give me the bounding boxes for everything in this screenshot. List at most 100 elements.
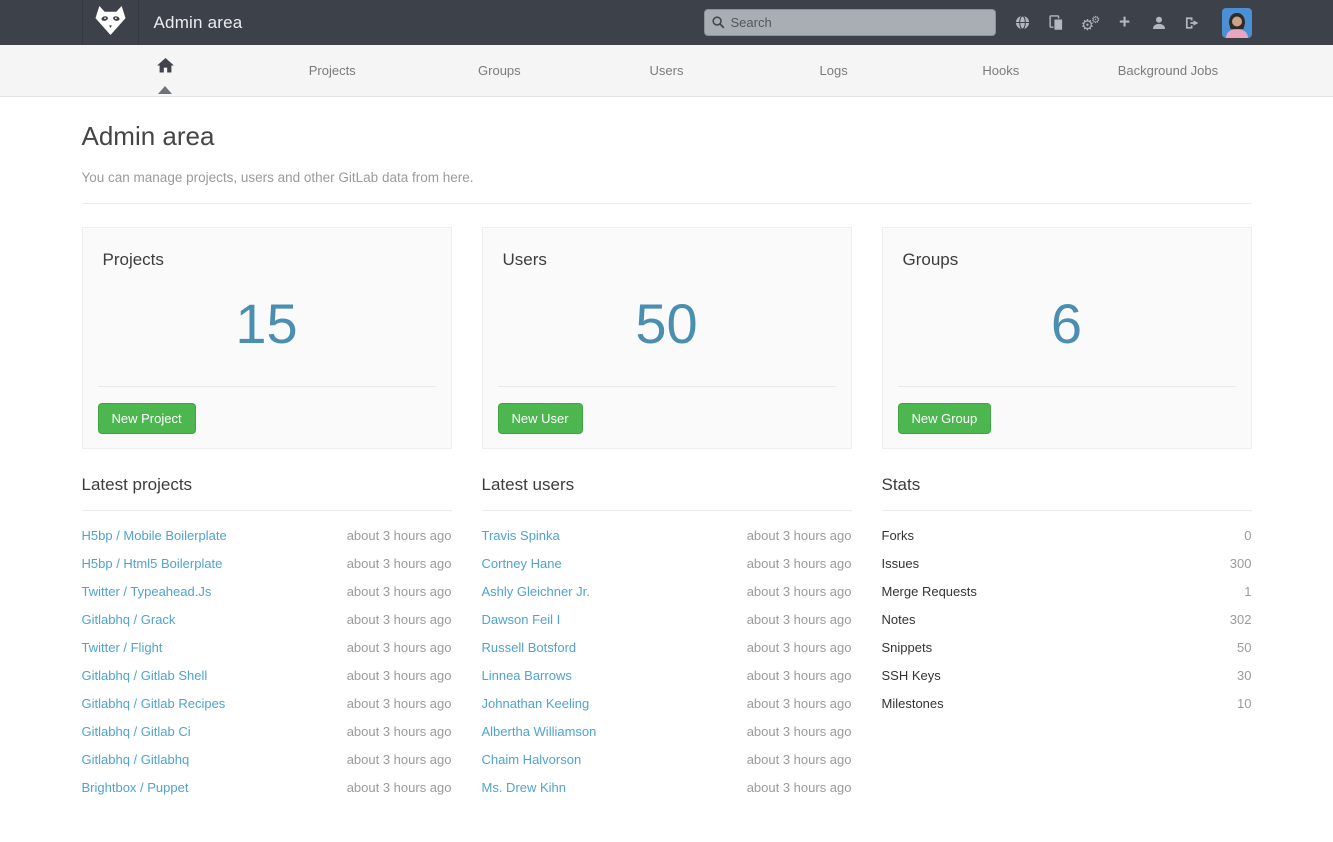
stat-value: 302	[1230, 612, 1252, 627]
user-time: about 3 hours ago	[747, 668, 852, 683]
user-link[interactable]: Travis Spinka	[482, 528, 560, 543]
projects-count: 15	[98, 270, 436, 386]
project-link[interactable]: Twitter / Flight	[82, 640, 163, 655]
page-title: Admin area	[82, 121, 1252, 152]
project-row: Brightbox / Puppetabout 3 hours ago	[82, 774, 452, 802]
user-profile-icon[interactable]	[1142, 0, 1176, 45]
project-time: about 3 hours ago	[347, 640, 452, 655]
project-link[interactable]: Gitlabhq / Gitlab Recipes	[82, 696, 226, 711]
tab-groups[interactable]: Groups	[416, 45, 583, 96]
user-time: about 3 hours ago	[747, 528, 852, 543]
tab-background-jobs[interactable]: Background Jobs	[1084, 45, 1251, 96]
search-input[interactable]	[704, 9, 996, 36]
top-navbar: Admin area ⚙⚙	[0, 0, 1333, 45]
gitlab-logo[interactable]	[82, 0, 139, 45]
tab-logs[interactable]: Logs	[750, 45, 917, 96]
stat-label: Snippets	[882, 640, 933, 655]
stat-value: 50	[1237, 640, 1251, 655]
project-row: Gitlabhq / Gitlabhq about 3 hours ago	[82, 746, 452, 774]
sign-out-icon[interactable]	[1176, 0, 1210, 45]
section-divider	[482, 510, 852, 511]
tab-label: Groups	[478, 63, 521, 78]
users-card: Users 50 New User	[482, 227, 852, 449]
latest-users-title: Latest users	[482, 475, 852, 495]
user-time: about 3 hours ago	[747, 640, 852, 655]
copy-files-icon[interactable]	[1040, 0, 1074, 45]
tab-hooks[interactable]: Hooks	[917, 45, 1084, 96]
user-link[interactable]: Chaim Halvorson	[482, 752, 582, 767]
project-time: about 3 hours ago	[347, 724, 452, 739]
stat-label: Issues	[882, 556, 920, 571]
stat-label: SSH Keys	[882, 668, 941, 683]
globe-icon[interactable]	[1006, 0, 1040, 45]
user-time: about 3 hours ago	[747, 780, 852, 795]
project-row: Twitter / Typeahead.Js about 3 hours ago	[82, 578, 452, 606]
user-time: about 3 hours ago	[747, 724, 852, 739]
tab-users[interactable]: Users	[583, 45, 750, 96]
stat-label: Milestones	[882, 696, 944, 711]
project-link[interactable]: Brightbox / Puppet	[82, 780, 189, 795]
users-count: 50	[498, 270, 836, 386]
section-divider	[82, 510, 452, 511]
project-link[interactable]: Gitlabhq / Gitlab Ci	[82, 724, 191, 739]
stats-section: Stats Forks0 Issues300 Merge Requests1 N…	[882, 475, 1252, 802]
project-link[interactable]: Gitlabhq / Gitlab Shell	[82, 668, 208, 683]
user-link[interactable]: Dawson Feil I	[482, 612, 561, 627]
project-link[interactable]: Twitter / Typeahead.Js	[82, 584, 212, 599]
project-link[interactable]: Gitlabhq / Gitlabhq	[82, 752, 190, 767]
project-time: about 3 hours ago	[347, 696, 452, 711]
user-link[interactable]: Linnea Barrows	[482, 668, 572, 683]
user-row: Dawson Feil I about 3 hours ago	[482, 606, 852, 634]
groups-card-title: Groups	[903, 250, 1236, 270]
stat-row: Issues300	[882, 550, 1252, 578]
user-link[interactable]: Albertha Williamson	[482, 724, 597, 739]
project-row: Gitlabhq / Gitlab Recipes about 3 hours a…	[82, 690, 452, 718]
projects-card-title: Projects	[103, 250, 436, 270]
project-row: H5bp / Html5 Boilerplateabout 3 hours ag…	[82, 550, 452, 578]
stat-row: Forks 0	[882, 522, 1252, 550]
tab-overview-home[interactable]	[82, 45, 249, 96]
user-time: about 3 hours ago	[747, 696, 852, 711]
search-box	[704, 9, 996, 36]
project-link[interactable]: H5bp / Html5 Boilerplate	[82, 556, 223, 571]
user-link[interactable]: Ms. Drew Kihn	[482, 780, 567, 795]
user-link[interactable]: Cortney Hane	[482, 556, 562, 571]
stat-value: 0	[1244, 528, 1251, 543]
user-link[interactable]: Johnathan Keeling	[482, 696, 590, 711]
new-group-button[interactable]: New Group	[898, 403, 992, 434]
plus-icon[interactable]: +	[1108, 0, 1142, 45]
stat-label: Merge Requests	[882, 584, 977, 599]
user-row: Cortney Haneabout 3 hours ago	[482, 550, 852, 578]
user-row: Travis Spinka about 3 hours ago	[482, 522, 852, 550]
admin-gears-icon[interactable]: ⚙⚙	[1074, 0, 1108, 48]
project-row: Twitter / Flight about 3 hours ago	[82, 634, 452, 662]
project-time: about 3 hours ago	[347, 752, 452, 767]
user-link[interactable]: Russell Botsford	[482, 640, 577, 655]
tab-label: Projects	[309, 63, 356, 78]
user-row: Linnea Barrows about 3 hours ago	[482, 662, 852, 690]
tab-label: Users	[650, 63, 684, 78]
project-link[interactable]: Gitlabhq / Grack	[82, 612, 176, 627]
user-avatar[interactable]	[1222, 8, 1252, 38]
stat-row: Notes302	[882, 606, 1252, 634]
stat-row: Milestones10	[882, 690, 1252, 718]
summary-cards: Projects 15 New Project Users 50 New Use…	[82, 227, 1252, 449]
new-project-button[interactable]: New Project	[98, 403, 196, 434]
stat-label: Forks	[882, 528, 915, 543]
gitlab-fox-icon	[94, 5, 127, 41]
project-row: Gitlabhq / Grackabout 3 hours ago	[82, 606, 452, 634]
user-row: Ashly Gleichner Jr.about 3 hours ago	[482, 578, 852, 606]
user-link[interactable]: Ashly Gleichner Jr.	[482, 584, 590, 599]
page-subtitle: You can manage projects, users and other…	[82, 170, 1252, 185]
tab-projects[interactable]: Projects	[249, 45, 416, 96]
groups-card: Groups 6 New Group	[882, 227, 1252, 449]
stat-row: Snippets 50	[882, 634, 1252, 662]
tab-label: Hooks	[982, 63, 1019, 78]
user-time: about 3 hours ago	[747, 612, 852, 627]
new-user-button[interactable]: New User	[498, 403, 583, 434]
project-time: about 3 hours ago	[347, 584, 452, 599]
user-row: Chaim Halvorsonabout 3 hours ago	[482, 746, 852, 774]
project-link[interactable]: H5bp / Mobile Boilerplate	[82, 528, 227, 543]
navbar-title: Admin area	[154, 13, 243, 33]
card-divider	[498, 386, 836, 387]
